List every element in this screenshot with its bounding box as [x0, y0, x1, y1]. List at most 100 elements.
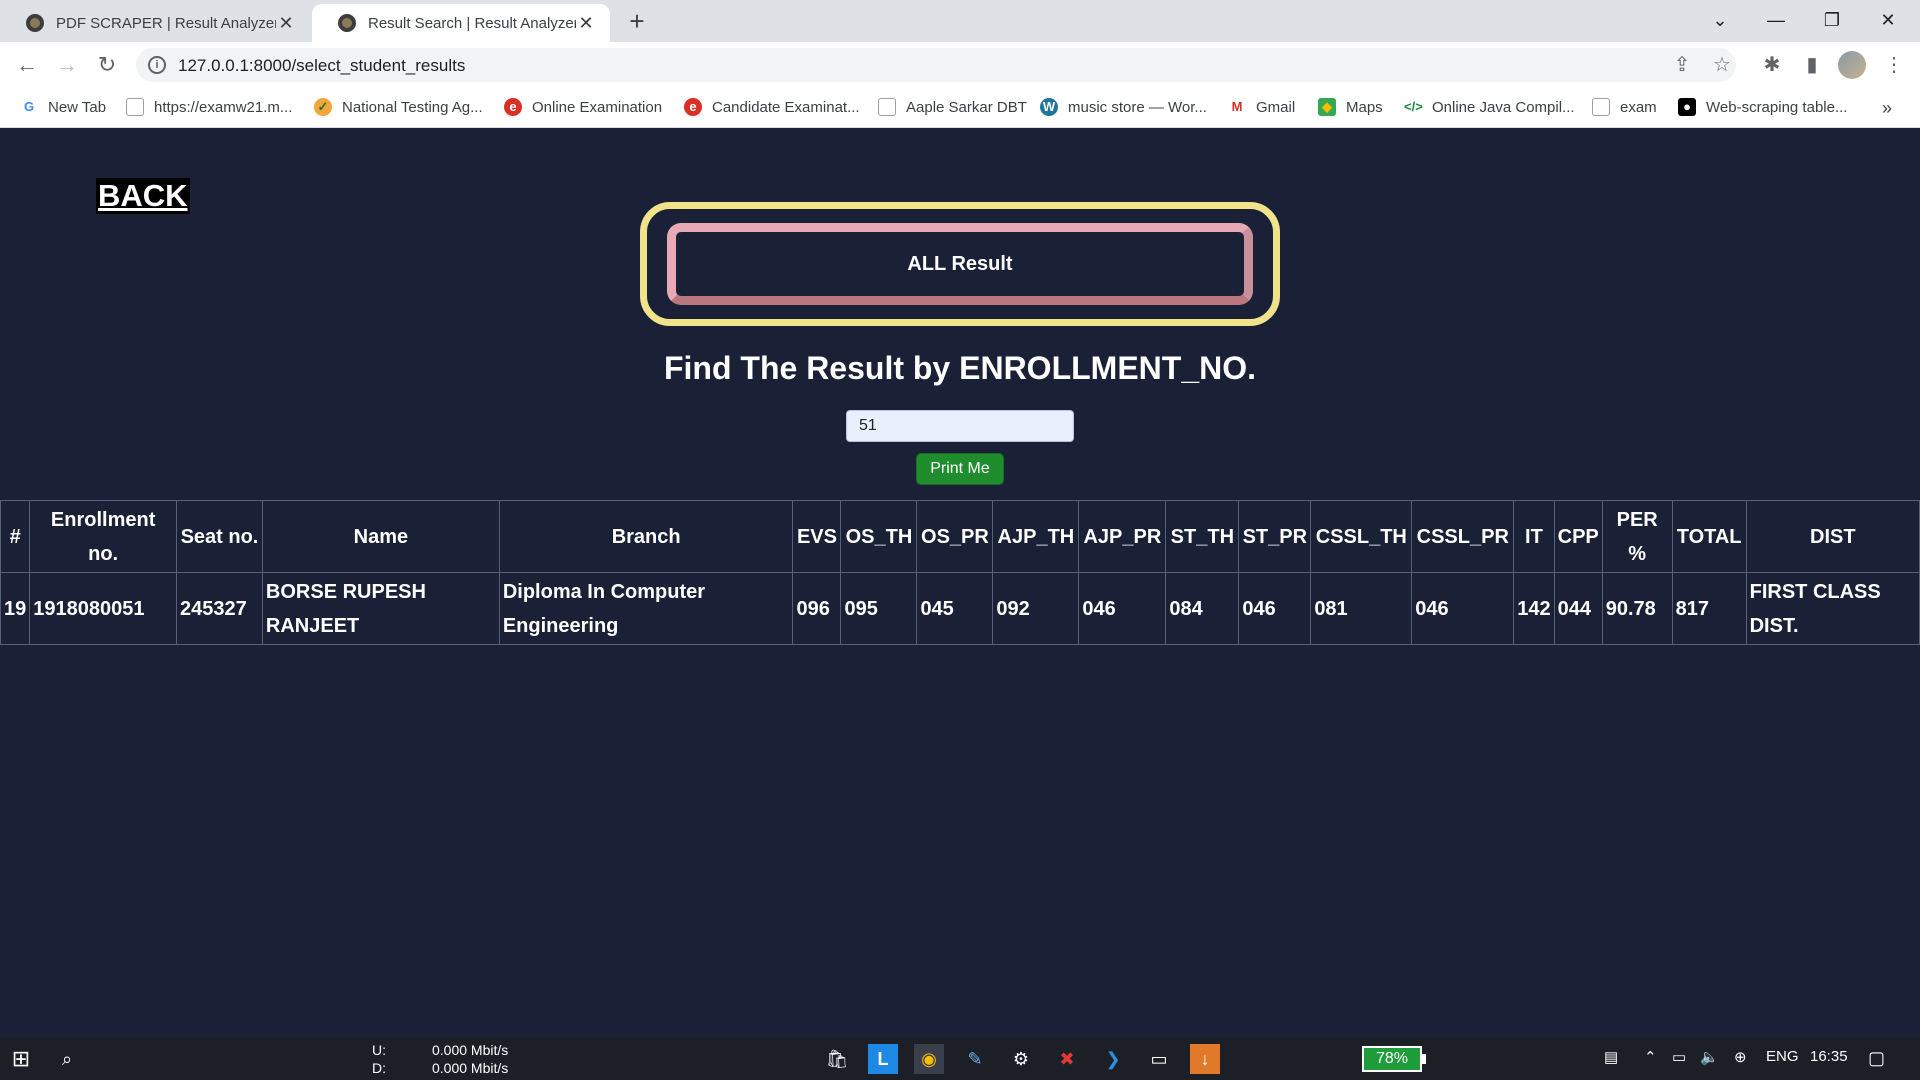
- window-close-icon[interactable]: ✕: [1860, 0, 1916, 42]
- page-icon: [878, 98, 896, 116]
- battery-tray-icon[interactable]: ▭: [1672, 1048, 1686, 1066]
- site-favicon-icon: [26, 14, 44, 32]
- tab-search-chevron-icon[interactable]: ⌄: [1692, 0, 1748, 42]
- taskbar: ⊞ ⌕ U: 0.000 Mbit/s D: 0.000 Mbit/s 🛍 L ◉ …: [0, 1038, 1920, 1080]
- minimize-icon[interactable]: —: [1748, 0, 1804, 42]
- bookmark-maps[interactable]: ◆ Maps: [1318, 98, 1383, 116]
- column-header: OS_TH: [840, 500, 918, 573]
- download-label: D:: [372, 1060, 386, 1076]
- bookmarks-bar: G New Tab https://examw21.m... ✓ Nationa…: [0, 88, 1920, 128]
- battery-tip: [1422, 1054, 1426, 1064]
- site-info-icon[interactable]: i: [148, 56, 166, 74]
- column-header: #: [0, 500, 31, 573]
- page-heading: Find The Result by ENROLLMENT_NO.: [663, 350, 1256, 386]
- volume-icon[interactable]: 🔈: [1700, 1048, 1719, 1066]
- bookmark-music-store[interactable]: W music store — Wor...: [1040, 98, 1207, 116]
- bookmark-label: Web-scraping table...: [1706, 98, 1848, 116]
- e-logo-icon: e: [504, 98, 522, 116]
- share-icon[interactable]: ⇪: [1668, 51, 1696, 79]
- enrollment-number-input[interactable]: [846, 410, 1074, 442]
- site-favicon-icon: [338, 14, 356, 32]
- table-cell: 044: [1553, 572, 1603, 645]
- bookmark-examw21[interactable]: https://examw21.m...: [126, 98, 292, 116]
- table-cell: 045: [916, 572, 994, 645]
- maps-icon: ◆: [1318, 98, 1336, 116]
- app-orange-icon[interactable]: ↓: [1190, 1044, 1220, 1074]
- address-bar[interactable]: i 127.0.0.1:8000/select_student_results: [136, 48, 1736, 82]
- code-icon: </>: [1404, 99, 1423, 114]
- new-tab-plus-icon[interactable]: +: [622, 6, 652, 36]
- tab-title: PDF SCRAPER | Result Analyzer S: [56, 14, 276, 32]
- bookmark-label: Maps: [1346, 98, 1383, 116]
- bookmark-gmail[interactable]: M Gmail: [1228, 98, 1296, 116]
- terminal-icon[interactable]: ▭: [1144, 1044, 1174, 1074]
- tray-chevron-up-icon[interactable]: ⌃: [1644, 1048, 1657, 1066]
- bookmark-online-java-compiler[interactable]: </> Online Java Compil...: [1404, 98, 1575, 116]
- bookmark-national-testing[interactable]: ✓ National Testing Ag...: [314, 98, 483, 116]
- column-header: ST_TH: [1165, 500, 1240, 573]
- bookmark-label: Online Examination: [532, 98, 663, 116]
- network-speed-widget: U: 0.000 Mbit/s D: 0.000 Mbit/s: [372, 1041, 508, 1077]
- column-header: CSSL_TH: [1310, 500, 1413, 573]
- profile-avatar[interactable]: [1838, 51, 1866, 79]
- notifications-icon[interactable]: ▢: [1868, 1048, 1885, 1069]
- all-result-frame: ALL Result: [640, 202, 1280, 326]
- globe-icon[interactable]: ⊕: [1734, 1048, 1747, 1066]
- bookmark-label: https://examw21.m...: [154, 98, 293, 116]
- column-header: Branch: [498, 500, 794, 573]
- app-red-icon[interactable]: ✖: [1052, 1044, 1082, 1074]
- chrome-icon[interactable]: ◉: [914, 1044, 944, 1074]
- table-cell: FIRST CLASS DIST.: [1745, 572, 1920, 645]
- bookmark-new-tab[interactable]: G New Tab: [20, 98, 106, 116]
- bookmark-star-icon[interactable]: ☆: [1708, 51, 1736, 79]
- column-header: Name: [261, 500, 500, 573]
- reload-icon[interactable]: ↻: [92, 50, 122, 80]
- column-header: CPP: [1553, 500, 1603, 573]
- back-link[interactable]: BACK: [96, 178, 190, 214]
- close-icon[interactable]: ✕: [576, 13, 596, 34]
- bookmark-label: exam: [1620, 98, 1657, 116]
- all-result-button[interactable]: ALL Result: [667, 223, 1253, 305]
- bookmarks-overflow-chevron-icon[interactable]: »: [1882, 98, 1892, 119]
- vscode-icon[interactable]: ❯: [1098, 1044, 1128, 1074]
- close-icon[interactable]: ✕: [276, 13, 296, 34]
- page-icon: [126, 98, 144, 116]
- address-url[interactable]: 127.0.0.1:8000/select_student_results: [178, 56, 465, 76]
- wordpress-icon: W: [1040, 98, 1058, 116]
- extensions-puzzle-icon[interactable]: ✱: [1758, 51, 1786, 79]
- table-cell: 084: [1165, 572, 1240, 645]
- column-header: Seat no.: [176, 500, 263, 573]
- column-header: Enrollment no.: [29, 500, 178, 573]
- bookmark-label: Online Java Compil...: [1432, 98, 1575, 116]
- more-menu-icon[interactable]: ⋮: [1880, 51, 1908, 79]
- column-header: AJP_TH: [992, 500, 1080, 573]
- table-cell: 19: [0, 572, 31, 645]
- upload-speed: 0.000 Mbit/s: [432, 1042, 509, 1058]
- paint-brush-icon[interactable]: ✎: [960, 1044, 990, 1074]
- back-arrow-icon[interactable]: ←: [12, 50, 42, 80]
- language-indicator[interactable]: ENG: [1766, 1048, 1799, 1065]
- news-icon[interactable]: ▤: [1604, 1048, 1618, 1066]
- search-icon[interactable]: ⌕: [52, 1044, 82, 1074]
- bookmark-aaple-sarkar[interactable]: Aaple Sarkar DBT: [878, 98, 1027, 116]
- print-me-button[interactable]: Print Me: [916, 453, 1004, 485]
- bookmark-exam[interactable]: exam: [1592, 98, 1657, 116]
- store-bag-icon[interactable]: 🛍: [822, 1044, 852, 1074]
- windows-start-icon[interactable]: ⊞: [6, 1044, 36, 1074]
- bookmark-label: Gmail: [1256, 98, 1296, 116]
- forward-arrow-icon[interactable]: →: [52, 50, 82, 80]
- bookmark-candidate-examination[interactable]: e Candidate Examinat...: [684, 98, 860, 116]
- bookmark-online-examination[interactable]: e Online Examination: [504, 98, 662, 116]
- table-cell: Diploma In Computer Engineering: [498, 572, 794, 645]
- table-header-row: # Enrollment no. Seat no. Name Branch EV…: [0, 500, 1920, 573]
- table-cell: BORSE RUPESH RANJEET: [261, 572, 500, 645]
- settings-gear-icon[interactable]: ⚙: [1006, 1044, 1036, 1074]
- bookmark-web-scraping[interactable]: ● Web-scraping table...: [1678, 98, 1847, 116]
- clock[interactable]: 16:35: [1810, 1048, 1848, 1065]
- restore-icon[interactable]: ❐: [1804, 0, 1860, 42]
- side-panel-icon[interactable]: ▮: [1798, 51, 1826, 79]
- battery-indicator[interactable]: 78%: [1362, 1046, 1422, 1072]
- app-l-icon[interactable]: L: [868, 1044, 898, 1074]
- browser-tab-active[interactable]: Result Search | Result Analyzer Sy ✕: [312, 4, 610, 42]
- browser-tab[interactable]: PDF SCRAPER | Result Analyzer S ✕: [0, 4, 310, 42]
